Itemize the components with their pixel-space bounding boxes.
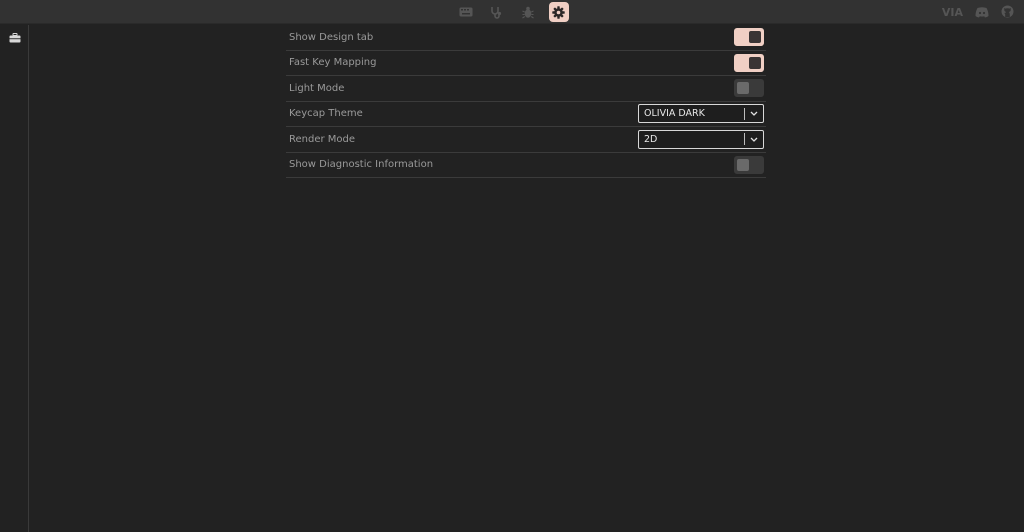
setting-label: Render Mode	[289, 133, 356, 145]
external-links: VIA	[942, 2, 1014, 22]
setting-row-fast-key-mapping: Fast Key Mapping	[286, 51, 766, 76]
select-value: OLIVIA DARK	[644, 108, 705, 120]
setting-row-show-diagnostic-information: Show Diagnostic Information	[286, 153, 766, 178]
setting-label: Show Design tab	[289, 31, 374, 43]
keycap-theme-select[interactable]: OLIVIA DARK	[638, 104, 764, 124]
setting-label: Show Diagnostic Information	[289, 159, 434, 171]
nav-key-tester-button[interactable]	[487, 2, 507, 22]
setting-label: Fast Key Mapping	[289, 57, 377, 69]
toolbox-icon[interactable]	[9, 33, 21, 43]
toggle-knob	[749, 31, 761, 44]
sidebar	[0, 25, 29, 532]
chevron-down-icon[interactable]	[745, 105, 763, 122]
nav-configure-button[interactable]	[456, 2, 476, 22]
keyboard-icon	[459, 7, 472, 17]
show-diagnostic-information-toggle[interactable]	[734, 155, 764, 174]
show-design-tab-toggle[interactable]	[734, 28, 764, 47]
light-mode-toggle[interactable]	[734, 79, 764, 98]
setting-label: Keycap Theme	[289, 108, 363, 120]
github-icon	[1001, 5, 1014, 17]
top-nav	[0, 0, 1024, 24]
setting-label: Light Mode	[289, 82, 345, 94]
setting-row-light-mode: Light Mode	[286, 76, 766, 102]
render-mode-select[interactable]: 2D	[638, 129, 764, 149]
gear-icon	[552, 5, 565, 19]
setting-row-keycap-theme: Keycap Theme OLIVIA DARK	[286, 102, 766, 127]
github-link[interactable]	[1001, 3, 1014, 22]
chevron-down-icon[interactable]	[745, 131, 763, 148]
discord-icon	[975, 6, 989, 17]
select-value: 2D	[644, 133, 658, 145]
bug-icon	[521, 6, 534, 18]
settings-panel: Show Design tab Fast Key Mapping Light M…	[286, 25, 766, 178]
toggle-knob	[737, 158, 749, 171]
nav-design-button[interactable]	[518, 2, 538, 22]
setting-row-render-mode: Render Mode 2D	[286, 127, 766, 153]
nav-settings-button[interactable]	[548, 2, 569, 22]
stethoscope-icon	[491, 6, 502, 19]
setting-row-show-design-tab: Show Design tab	[286, 25, 766, 51]
via-logo: VIA	[941, 5, 963, 19]
toggle-knob	[737, 82, 749, 95]
toggle-knob	[749, 56, 761, 69]
discord-link[interactable]	[975, 3, 989, 22]
fast-key-mapping-toggle[interactable]	[734, 53, 764, 72]
top-bar: VIA	[0, 0, 1024, 24]
